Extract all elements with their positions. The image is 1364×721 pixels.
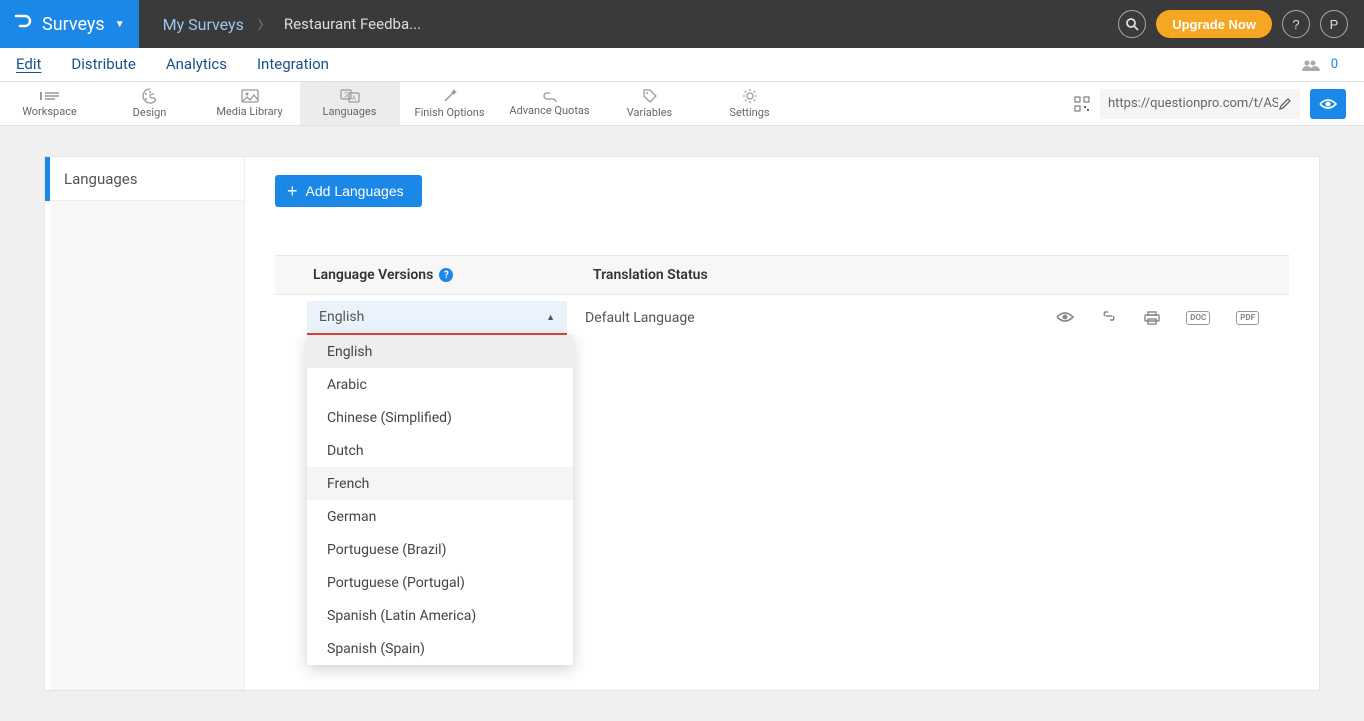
plus-icon: + — [287, 181, 298, 202]
nav-integration[interactable]: Integration — [257, 55, 329, 75]
eye-icon — [1319, 98, 1337, 110]
selected-language: English — [319, 309, 364, 325]
pencil-icon[interactable] — [1278, 97, 1292, 111]
tool-label: Settings — [729, 106, 769, 119]
preview-button[interactable] — [1310, 89, 1346, 119]
option-portuguese-portugal[interactable]: Portuguese (Portugal) — [307, 566, 573, 599]
survey-url: https://questionpro.com/t/ASp — [1108, 96, 1278, 111]
tool-variables[interactable]: Variables — [600, 82, 700, 125]
nav-distribute[interactable]: Distribute — [71, 55, 135, 75]
tool-label: Variables — [627, 106, 673, 119]
preview-icon[interactable] — [1056, 311, 1074, 325]
th-language-versions: Language Versions ? — [313, 267, 593, 283]
translate-icon: 文A — [340, 89, 360, 103]
tag-icon — [642, 88, 658, 104]
th-translation-status: Translation Status — [593, 267, 1289, 283]
tool-finish[interactable]: Finish Options — [400, 82, 500, 125]
main-nav: Edit Distribute Analytics Integration 0 — [0, 48, 1364, 82]
survey-url-box[interactable]: https://questionpro.com/t/ASp — [1100, 89, 1300, 119]
toolbar-right: https://questionpro.com/t/ASp — [1074, 82, 1364, 125]
breadcrumb: My Surveys 〉 Restaurant Feedba... — [139, 15, 421, 34]
breadcrumb-link[interactable]: My Surveys — [163, 15, 244, 34]
panel: Languages + Add Languages Language Versi… — [44, 156, 1320, 691]
workspace-icon — [39, 89, 61, 103]
language-select-wrap: English ▲ English Arabic Chinese (Simpli… — [307, 301, 567, 335]
search-icon — [1125, 17, 1139, 31]
tool-workspace[interactable]: Workspace — [0, 82, 100, 125]
add-btn-label: Add Languages — [306, 183, 404, 199]
option-dutch[interactable]: Dutch — [307, 434, 573, 467]
nav-analytics[interactable]: Analytics — [166, 55, 227, 75]
option-chinese-simplified[interactable]: Chinese (Simplified) — [307, 401, 573, 434]
pdf-export[interactable]: PDF — [1236, 311, 1259, 325]
gear-icon — [742, 88, 758, 104]
add-languages-button[interactable]: + Add Languages — [275, 175, 422, 207]
option-spanish-latam[interactable]: Spanish (Latin America) — [307, 599, 573, 632]
wand-icon — [442, 88, 458, 104]
side-tab-empty — [50, 201, 244, 690]
top-header: Surveys ▼ My Surveys 〉 Restaurant Feedba… — [0, 0, 1364, 48]
caret-up-icon: ▲ — [546, 312, 555, 323]
image-icon — [241, 89, 259, 103]
option-french[interactable]: French — [307, 467, 573, 500]
palette-icon — [141, 88, 159, 104]
search-button[interactable] — [1118, 10, 1146, 38]
language-row: English ▲ English Arabic Chinese (Simpli… — [275, 295, 1289, 341]
upgrade-button[interactable]: Upgrade Now — [1156, 10, 1272, 38]
help-icon: ? — [1292, 17, 1299, 32]
tool-label: Advance Quotas — [509, 104, 589, 117]
option-portuguese-brazil[interactable]: Portuguese (Brazil) — [307, 533, 573, 566]
print-icon[interactable] — [1144, 311, 1160, 325]
link-icon — [541, 90, 559, 102]
collaborators[interactable]: 0 — [1301, 57, 1364, 72]
tool-label: Design — [133, 106, 167, 119]
language-dropdown-list[interactable]: English Arabic Chinese (Simplified) Dutc… — [307, 335, 573, 665]
tool-design[interactable]: Design — [100, 82, 200, 125]
avatar-button[interactable]: P — [1320, 10, 1348, 38]
tool-label: Finish Options — [414, 106, 484, 119]
table-header: Language Versions ? Translation Status — [275, 255, 1289, 295]
collab-count: 0 — [1331, 57, 1338, 72]
help-icon[interactable]: ? — [439, 268, 453, 282]
avatar-letter: P — [1330, 17, 1339, 32]
svg-text:A: A — [352, 95, 356, 102]
chevron-down-icon: ▼ — [115, 19, 125, 30]
main-area: + Add Languages Language Versions ? Tran… — [245, 157, 1319, 690]
option-spanish-spain[interactable]: Spanish (Spain) — [307, 632, 573, 665]
header-right: Upgrade Now ? P — [1118, 10, 1364, 38]
content-wrap: Languages + Add Languages Language Versi… — [0, 126, 1364, 721]
brand-section[interactable]: Surveys ▼ — [0, 0, 139, 48]
survey-title[interactable]: Restaurant Feedba... — [284, 15, 421, 33]
link-icon[interactable] — [1100, 311, 1118, 325]
th-lang-text: Language Versions — [313, 267, 433, 283]
doc-export[interactable]: DOC — [1186, 311, 1210, 325]
nav-edit[interactable]: Edit — [16, 55, 41, 75]
qr-icon[interactable] — [1074, 96, 1090, 112]
language-select[interactable]: English ▲ — [307, 301, 567, 335]
tool-languages[interactable]: 文A Languages — [300, 82, 400, 125]
help-button[interactable]: ? — [1282, 10, 1310, 38]
tool-media[interactable]: Media Library — [200, 82, 300, 125]
chevron-right-icon: 〉 — [258, 16, 270, 33]
option-arabic[interactable]: Arabic — [307, 368, 573, 401]
people-icon — [1301, 59, 1321, 71]
side-tab-languages[interactable]: Languages — [50, 157, 244, 201]
row-actions: DOC PDF — [1056, 311, 1289, 325]
tool-quotas[interactable]: Advance Quotas — [500, 82, 600, 125]
logo-icon — [14, 14, 32, 34]
tool-label: Languages — [323, 105, 377, 118]
language-dropdown: English Arabic Chinese (Simplified) Dutc… — [307, 335, 573, 665]
toolbar: Workspace Design Media Library 文A Langua… — [0, 82, 1364, 126]
tool-label: Media Library — [216, 105, 282, 118]
tool-settings[interactable]: Settings — [700, 82, 800, 125]
tool-label: Workspace — [22, 105, 77, 118]
option-german[interactable]: German — [307, 500, 573, 533]
product-name: Surveys — [42, 14, 105, 35]
option-english[interactable]: English — [307, 335, 573, 368]
status-text: Default Language — [567, 310, 1056, 326]
svg-text:文: 文 — [344, 91, 350, 99]
side-tab: Languages — [50, 157, 245, 690]
